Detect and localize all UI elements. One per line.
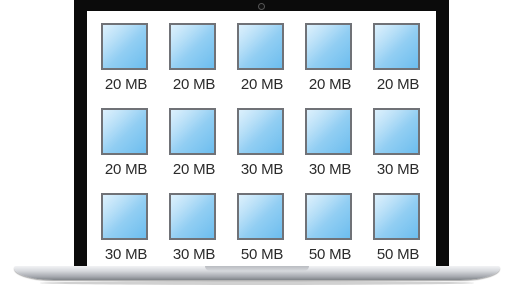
file-item[interactable]: 20 MB: [160, 106, 228, 191]
file-tile-icon: [305, 193, 352, 240]
file-item[interactable]: 20 MB: [160, 21, 228, 106]
laptop-screen: 20 MB 20 MB 20 MB 20 MB 20 MB 20 MB 20 MB 30 MB…: [87, 11, 436, 268]
file-item[interactable]: 30 MB: [92, 191, 160, 276]
file-size-label: 50 MB: [240, 246, 284, 263]
file-item[interactable]: 30 MB: [364, 106, 432, 191]
file-size-label: 20 MB: [172, 76, 216, 93]
file-size-label: 30 MB: [308, 161, 352, 178]
file-grid: 20 MB 20 MB 20 MB 20 MB 20 MB 20 MB 20 MB 30 MB…: [92, 21, 432, 276]
laptop-lid: 20 MB 20 MB 20 MB 20 MB 20 MB 20 MB 20 MB 30 MB…: [74, 0, 449, 268]
file-item[interactable]: 50 MB: [364, 191, 432, 276]
file-size-label: 30 MB: [104, 246, 148, 263]
file-size-label: 20 MB: [376, 76, 420, 93]
file-tile-icon: [237, 193, 284, 240]
file-tile-icon: [373, 193, 420, 240]
file-tile-icon: [101, 23, 148, 70]
file-item[interactable]: 20 MB: [228, 21, 296, 106]
file-item[interactable]: 30 MB: [228, 106, 296, 191]
file-tile-icon: [101, 108, 148, 155]
file-size-label: 30 MB: [376, 161, 420, 178]
laptop-notch: [205, 266, 309, 271]
file-tile-icon: [373, 108, 420, 155]
file-tile-icon: [305, 23, 352, 70]
file-tile-icon: [169, 23, 216, 70]
file-tile-icon: [305, 108, 352, 155]
file-item[interactable]: 30 MB: [160, 191, 228, 276]
file-size-label: 20 MB: [104, 76, 148, 93]
file-size-label: 50 MB: [308, 246, 352, 263]
file-item[interactable]: 20 MB: [92, 21, 160, 106]
file-size-label: 30 MB: [172, 246, 216, 263]
file-tile-icon: [237, 23, 284, 70]
file-size-label: 20 MB: [308, 76, 352, 93]
file-tile-icon: [237, 108, 284, 155]
camera-icon: [258, 3, 265, 10]
file-size-label: 20 MB: [172, 161, 216, 178]
file-size-label: 20 MB: [104, 161, 148, 178]
file-item[interactable]: 20 MB: [364, 21, 432, 106]
file-item[interactable]: 50 MB: [228, 191, 296, 276]
file-tile-icon: [101, 193, 148, 240]
file-tile-icon: [169, 108, 216, 155]
file-item[interactable]: 20 MB: [92, 106, 160, 191]
file-size-label: 30 MB: [240, 161, 284, 178]
file-tile-icon: [373, 23, 420, 70]
file-size-label: 50 MB: [376, 246, 420, 263]
file-tile-icon: [169, 193, 216, 240]
file-item[interactable]: 30 MB: [296, 106, 364, 191]
laptop-shadow: [40, 281, 474, 285]
file-size-label: 20 MB: [240, 76, 284, 93]
file-item[interactable]: 20 MB: [296, 21, 364, 106]
file-item[interactable]: 50 MB: [296, 191, 364, 276]
